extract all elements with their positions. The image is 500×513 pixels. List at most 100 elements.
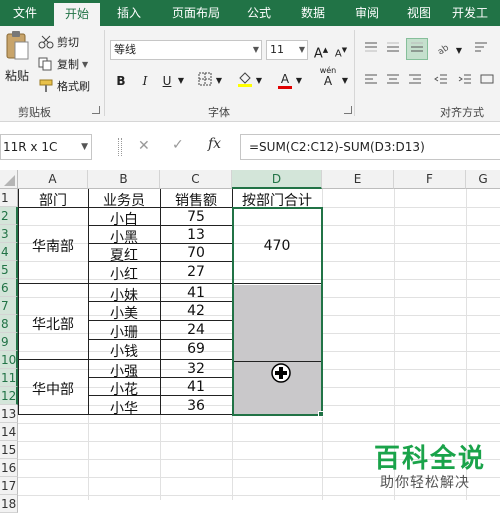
sales-cell[interactable]: 75 (160, 209, 232, 225)
insert-function-button[interactable]: fx (208, 136, 221, 152)
font-color-button[interactable]: A (276, 70, 294, 89)
sales-cell[interactable]: 69 (160, 341, 232, 357)
row-header[interactable]: 7 (0, 297, 18, 315)
paste-button[interactable]: 粘贴 (2, 30, 32, 84)
row-header[interactable]: 5 (0, 261, 18, 279)
underline-button[interactable]: U (158, 72, 176, 90)
copy-button[interactable]: 复制 ▼ (38, 56, 88, 72)
row-header[interactable]: 2 (0, 207, 18, 225)
salesman-cell[interactable]: 小强 (88, 361, 160, 381)
fill-dropdown-icon[interactable]: ▼ (254, 72, 264, 90)
column-header-f[interactable]: F (394, 170, 466, 189)
row-header[interactable]: 9 (0, 333, 18, 351)
bold-button[interactable]: B (112, 72, 130, 90)
row-header[interactable]: 14 (0, 423, 18, 441)
row-header[interactable]: 10 (0, 351, 18, 369)
tab-developer[interactable]: 开发工 (452, 0, 500, 26)
row-header[interactable]: 6 (0, 279, 18, 297)
department-cell[interactable]: 华北部 (18, 314, 88, 334)
row-header[interactable]: 3 (0, 225, 18, 243)
fill-color-button[interactable] (236, 70, 254, 88)
font-size-select[interactable]: 11 ▼ (266, 40, 308, 60)
column-header-b[interactable]: B (88, 170, 160, 189)
fill-handle[interactable] (318, 411, 324, 417)
column-header-c[interactable]: C (160, 170, 232, 189)
column-header-d[interactable]: D (232, 170, 322, 189)
tab-data[interactable]: 数据 (290, 0, 336, 26)
align-right-button[interactable] (406, 72, 424, 90)
cancel-icon[interactable]: ✕ (138, 138, 150, 154)
sales-cell[interactable]: 32 (160, 361, 232, 377)
select-all-corner[interactable] (0, 170, 18, 189)
row-header[interactable]: 1 (0, 189, 18, 207)
salesman-cell[interactable]: 小华 (88, 398, 160, 418)
tab-review[interactable]: 审阅 (344, 0, 390, 26)
sales-cell[interactable]: 41 (160, 285, 232, 301)
tab-page-layout[interactable]: 页面布局 (160, 0, 232, 26)
phonetic-dropdown-icon[interactable]: ▼ (340, 72, 350, 90)
orientation-button[interactable]: ab (434, 40, 452, 58)
format-painter-button[interactable]: 格式刷 (38, 78, 90, 94)
salesman-cell[interactable]: 小钱 (88, 341, 160, 361)
sales-cell[interactable]: 13 (160, 227, 232, 243)
tab-view[interactable]: 视图 (396, 0, 442, 26)
sales-cell[interactable]: 36 (160, 398, 232, 414)
shrink-font-button[interactable]: A▼ (332, 41, 350, 59)
font-name-select[interactable]: 等线 ▼ (110, 40, 262, 60)
enter-icon[interactable]: ✓ (172, 137, 184, 153)
decrease-indent-button[interactable] (432, 72, 450, 90)
salesman-cell[interactable]: 夏红 (88, 245, 160, 265)
sales-cell[interactable]: 24 (160, 322, 232, 338)
orientation-dropdown-icon[interactable]: ▼ (454, 42, 464, 60)
align-left-button[interactable] (362, 72, 380, 90)
sales-cell[interactable]: 41 (160, 379, 232, 395)
row-header[interactable]: 4 (0, 243, 18, 261)
align-middle-button[interactable] (384, 40, 402, 58)
salesman-cell[interactable]: 小妹 (88, 285, 160, 305)
column-header-g[interactable]: G (466, 170, 500, 189)
header-cell[interactable]: 部门 (18, 190, 88, 210)
font-launcher-icon[interactable] (344, 106, 352, 114)
column-header-a[interactable]: A (18, 170, 88, 189)
tab-insert[interactable]: 插入 (106, 0, 152, 26)
row-header[interactable]: 12 (0, 387, 18, 405)
clipboard-launcher-icon[interactable] (92, 106, 100, 114)
row-header[interactable]: 17 (0, 477, 18, 495)
phonetic-button[interactable]: wén A (316, 66, 340, 87)
merge-center-button[interactable] (478, 72, 496, 90)
italic-button[interactable]: I (136, 72, 154, 90)
formula-input[interactable]: =SUM(C2:C12)-SUM(D3:D13) (240, 134, 500, 160)
tab-file[interactable]: 文件 (0, 0, 50, 26)
align-bottom-button[interactable] (406, 38, 428, 60)
salesman-cell[interactable]: 小黑 (88, 227, 160, 247)
salesman-cell[interactable]: 小白 (88, 209, 160, 229)
row-header[interactable]: 18 (0, 495, 18, 513)
department-cell[interactable]: 华南部 (18, 236, 88, 256)
underline-dropdown-icon[interactable]: ▼ (176, 72, 186, 90)
tab-home[interactable]: 开始 (54, 3, 100, 26)
wrap-text-button[interactable] (472, 40, 490, 58)
row-header[interactable]: 8 (0, 315, 18, 333)
sales-cell[interactable]: 42 (160, 303, 232, 319)
name-box[interactable]: 11R x 1C ▼ (0, 134, 92, 160)
salesman-cell[interactable]: 小美 (88, 303, 160, 323)
salesman-cell[interactable]: 小珊 (88, 322, 160, 342)
subtotal-cell[interactable]: 470 (232, 238, 322, 254)
formula-bar-grip-icon[interactable] (118, 138, 122, 156)
row-header[interactable]: 13 (0, 405, 18, 423)
grow-font-button[interactable]: A▲ (312, 41, 330, 61)
font-color-dropdown-icon[interactable]: ▼ (294, 72, 304, 90)
tab-formulas[interactable]: 公式 (236, 0, 282, 26)
cut-button[interactable]: 剪切 (38, 34, 79, 50)
department-cell[interactable]: 华中部 (18, 379, 88, 399)
row-header[interactable]: 15 (0, 441, 18, 459)
header-cell[interactable]: 按部门合计 (232, 190, 322, 210)
selected-range[interactable] (233, 285, 322, 414)
align-center-button[interactable] (384, 72, 402, 90)
row-header[interactable]: 11 (0, 369, 18, 387)
salesman-cell[interactable]: 小花 (88, 379, 160, 399)
header-cell[interactable]: 业务员 (88, 190, 160, 210)
row-header[interactable]: 16 (0, 459, 18, 477)
align-top-button[interactable] (362, 40, 380, 58)
sales-cell[interactable]: 70 (160, 245, 232, 261)
